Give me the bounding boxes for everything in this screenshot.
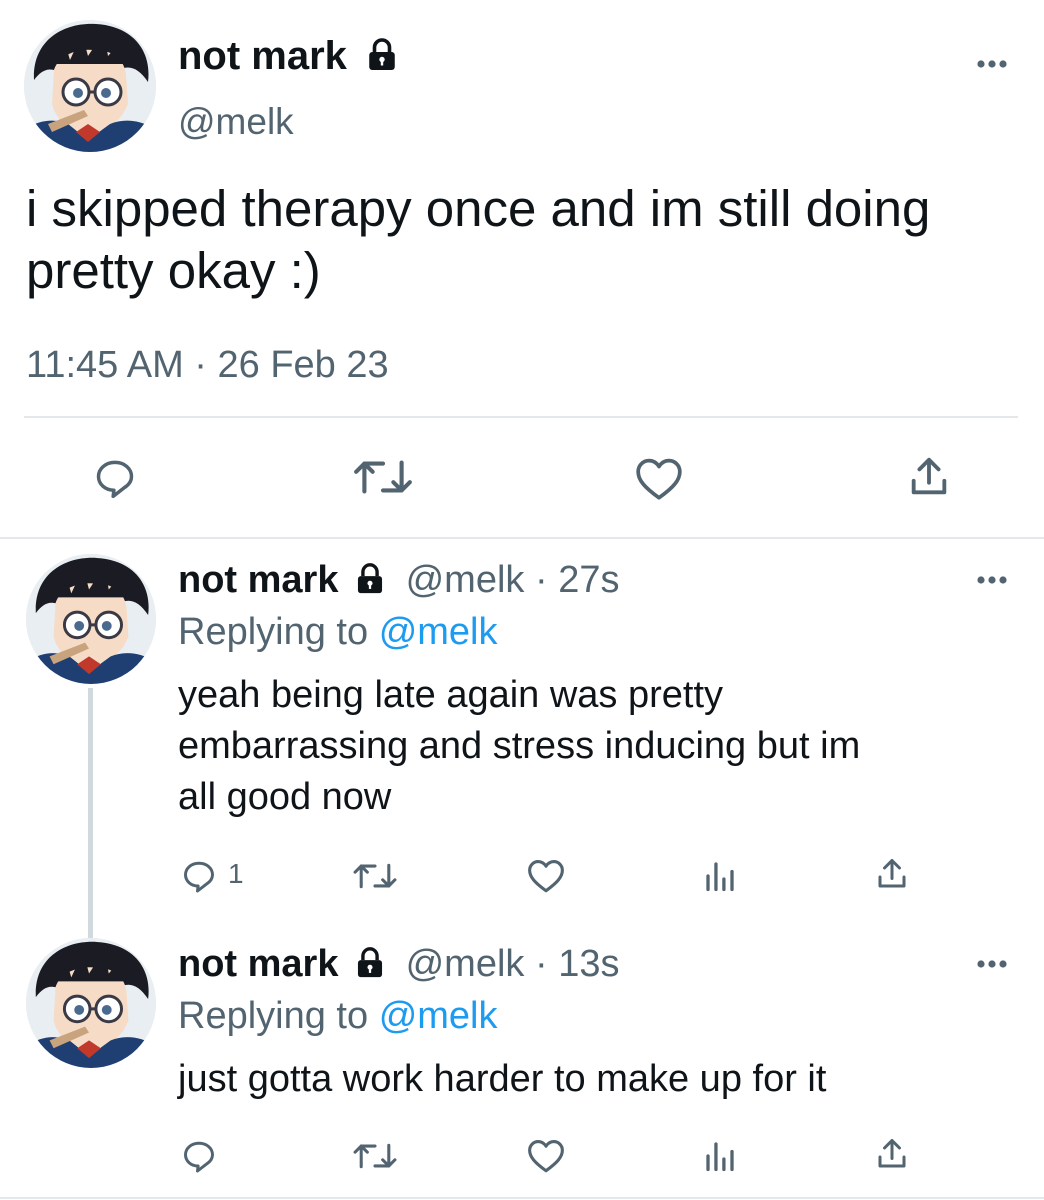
- share-icon[interactable]: [874, 1136, 910, 1172]
- replying-to-link[interactable]: @melk: [379, 995, 498, 1037]
- retweet-icon[interactable]: [352, 1140, 398, 1172]
- reply-text-line: yeah being late again was pretty: [178, 674, 724, 716]
- lock-icon: [364, 36, 400, 72]
- reply-text-line: embarrassing and stress inducing but im: [178, 725, 861, 767]
- retweet-icon[interactable]: [352, 456, 414, 498]
- reply-text: just gotta work harder to make up for it: [178, 1054, 826, 1105]
- avatar[interactable]: [24, 20, 156, 152]
- replying-to-link[interactable]: @melk: [379, 611, 498, 653]
- retweet-icon[interactable]: [352, 860, 398, 892]
- analytics-icon[interactable]: [702, 858, 738, 894]
- separator: ·: [534, 943, 548, 985]
- tweet-text-line: pretty okay :): [26, 242, 321, 299]
- reply-text-line: all good now: [178, 776, 392, 818]
- like-icon[interactable]: [634, 456, 684, 502]
- avatar-illustration: [26, 554, 156, 684]
- display-name[interactable]: not mark: [178, 34, 347, 78]
- reply-icon[interactable]: [92, 456, 138, 500]
- display-name[interactable]: not mark: [178, 559, 338, 601]
- share-icon[interactable]: [906, 454, 952, 500]
- reply-text: yeah being late again was pretty embarra…: [178, 670, 860, 823]
- avatar[interactable]: [26, 938, 156, 1068]
- more-options-icon[interactable]: [972, 54, 1012, 74]
- like-icon[interactable]: [526, 858, 566, 894]
- like-icon[interactable]: [526, 1138, 566, 1174]
- handle[interactable]: @melk: [406, 943, 525, 985]
- timestamp[interactable]: 11:45 AM · 26 Feb 23: [26, 342, 389, 388]
- bottom-divider: [0, 1197, 1044, 1199]
- reply-icon[interactable]: [180, 858, 218, 894]
- reply-count: 1: [228, 858, 244, 889]
- divider: [24, 416, 1018, 418]
- relative-time[interactable]: 27s: [558, 559, 619, 601]
- replying-to-label: Replying to: [178, 611, 369, 653]
- avatar-illustration: [24, 20, 156, 152]
- replying-to-label: Replying to: [178, 995, 369, 1037]
- handle[interactable]: @melk: [178, 100, 294, 144]
- tweet-text: i skipped therapy once and im still doin…: [26, 178, 930, 302]
- more-options-icon[interactable]: [972, 570, 1012, 590]
- thread-line: [88, 688, 93, 938]
- reply-icon[interactable]: [180, 1138, 218, 1174]
- avatar[interactable]: [26, 554, 156, 684]
- separator: ·: [534, 559, 548, 601]
- relative-time[interactable]: 13s: [558, 943, 619, 985]
- more-options-icon[interactable]: [972, 954, 1012, 974]
- lock-icon: [353, 560, 387, 594]
- share-icon[interactable]: [874, 856, 910, 892]
- reply-text-line: just gotta work harder to make up for it: [178, 1058, 827, 1100]
- analytics-icon[interactable]: [702, 1138, 738, 1174]
- lock-icon: [353, 944, 387, 978]
- display-name[interactable]: not mark: [178, 943, 338, 985]
- handle[interactable]: @melk: [406, 559, 525, 601]
- avatar-illustration: [26, 938, 156, 1068]
- section-divider: [0, 537, 1044, 539]
- tweet-text-line: i skipped therapy once and im still doin…: [26, 180, 931, 237]
